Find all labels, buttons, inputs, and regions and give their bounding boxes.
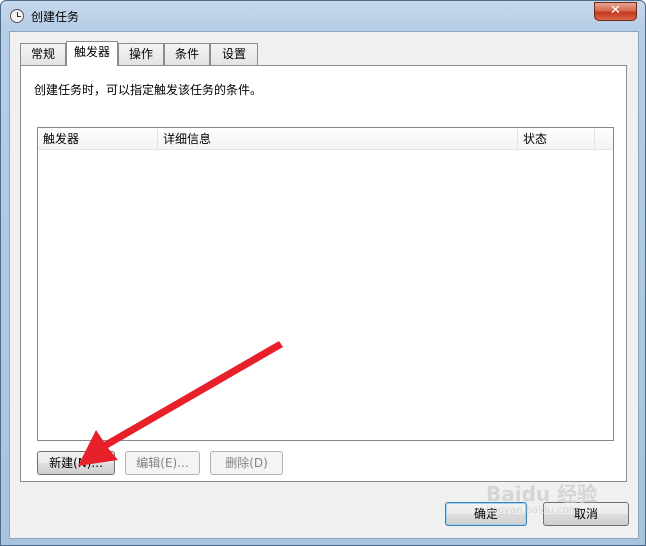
tab-triggers[interactable]: 触发器 bbox=[66, 41, 118, 66]
ok-button[interactable]: 确定 bbox=[445, 502, 527, 526]
list-header: 触发器 详细信息 状态 bbox=[38, 128, 613, 150]
column-header-trigger[interactable]: 触发器 bbox=[38, 128, 158, 150]
window-title: 创建任务 bbox=[31, 10, 80, 24]
tab-actions[interactable]: 操作 bbox=[118, 43, 164, 65]
delete-button[interactable]: 删除(D) bbox=[210, 451, 283, 475]
tab-conditions[interactable]: 条件 bbox=[164, 43, 210, 65]
column-header-status[interactable]: 状态 bbox=[518, 128, 595, 150]
dialog-window: 创建任务 ✕ 常规 触发器 操作 条件 设置 创建任务时，可以指定触发该任务的条… bbox=[0, 0, 646, 546]
panel-description: 创建任务时，可以指定触发该任务的条件。 bbox=[34, 83, 263, 97]
tab-settings[interactable]: 设置 bbox=[210, 43, 258, 65]
triggers-list[interactable]: 触发器 详细信息 状态 bbox=[37, 127, 614, 441]
new-button[interactable]: 新建(N)... bbox=[37, 451, 115, 475]
edit-button[interactable]: 编辑(E)... bbox=[125, 451, 200, 475]
cancel-button[interactable]: 取消 bbox=[543, 502, 629, 526]
triggers-panel: 创建任务时，可以指定触发该任务的条件。 触发器 详细信息 状态 新建(N)...… bbox=[20, 65, 627, 482]
clock-icon bbox=[10, 9, 24, 23]
title-bar[interactable]: 创建任务 ✕ bbox=[1, 1, 645, 31]
column-header-details[interactable]: 详细信息 bbox=[158, 128, 518, 150]
close-button[interactable]: ✕ bbox=[594, 2, 637, 21]
tab-general[interactable]: 常规 bbox=[20, 43, 66, 65]
client-area: 常规 触发器 操作 条件 设置 创建任务时，可以指定触发该任务的条件。 触发器 … bbox=[9, 31, 639, 539]
